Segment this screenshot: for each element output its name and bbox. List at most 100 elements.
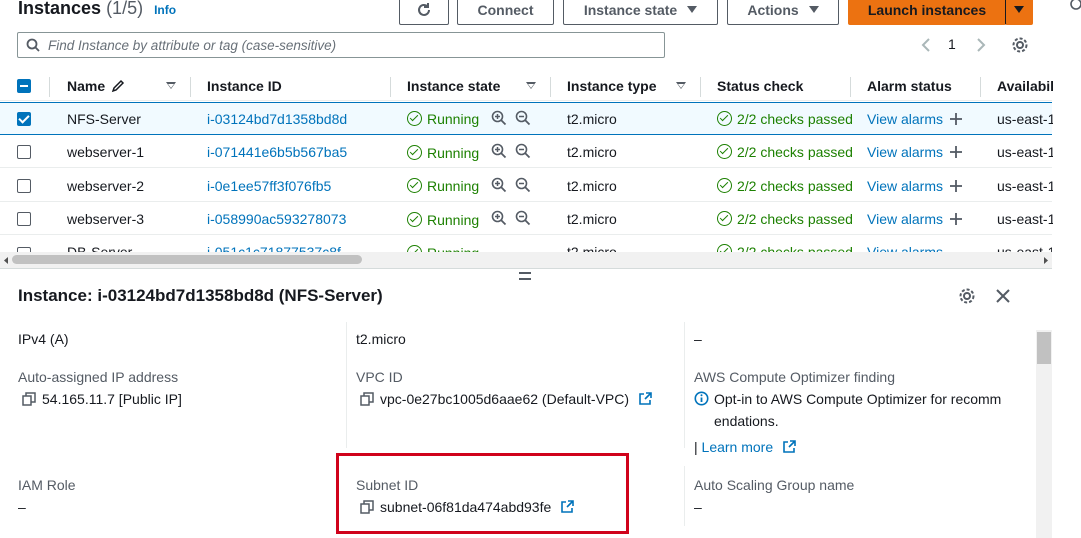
external-link-icon[interactable]: [638, 392, 652, 406]
row-checkbox[interactable]: [17, 212, 31, 226]
search-input[interactable]: [48, 37, 648, 53]
zoom-out-icon[interactable]: [515, 110, 531, 126]
chevron-down-icon: [1014, 6, 1024, 13]
instance-id-link[interactable]: i-0e1ee57ff3f076fb5: [207, 178, 331, 194]
details-scrollbar-thumb[interactable]: [1037, 332, 1051, 364]
plus-icon[interactable]: [948, 111, 964, 127]
select-all-checkbox[interactable]: [17, 79, 31, 93]
instance-id-link[interactable]: i-051c1c71877537c8f: [207, 244, 341, 252]
plus-icon[interactable]: [948, 144, 964, 160]
view-alarms-link[interactable]: View alarms: [867, 244, 943, 252]
help-icon[interactable]: [1068, 0, 1081, 12]
check-circle-icon: [407, 145, 422, 160]
zoom-out-icon[interactable]: [515, 210, 531, 226]
instance-type: t2.micro: [567, 178, 617, 194]
column-header-availability-zone[interactable]: Availabil: [997, 78, 1054, 94]
scrollbar-thumb[interactable]: [12, 255, 362, 264]
column-divider: [700, 77, 701, 97]
plus-icon[interactable]: [948, 211, 964, 227]
iam-role-label: IAM Role: [18, 477, 76, 493]
row-checkbox[interactable]: [17, 145, 31, 159]
instance-type: t2.micro: [567, 144, 617, 160]
zoom-in-icon[interactable]: [491, 110, 507, 126]
vpc-id-link[interactable]: vpc-0e27bc1005d6aae62 (Default-VPC): [380, 391, 629, 407]
copy-icon[interactable]: [22, 392, 36, 406]
gear-icon[interactable]: [1011, 36, 1029, 54]
instance-state-button[interactable]: Instance state: [563, 0, 718, 25]
zoom-out-icon[interactable]: [515, 177, 531, 193]
next-page-icon[interactable]: [975, 37, 987, 53]
vpc-id-label: VPC ID: [356, 369, 403, 385]
view-alarms-link[interactable]: View alarms: [867, 211, 943, 227]
learn-more-link[interactable]: Learn more: [702, 439, 774, 455]
auto-scaling-group-label: Auto Scaling Group name: [694, 477, 855, 493]
view-alarms-link[interactable]: View alarms: [867, 111, 943, 127]
row-checkbox[interactable]: [17, 179, 31, 193]
previous-page-icon[interactable]: [920, 37, 932, 53]
availability-zone: us-east-1: [997, 244, 1052, 252]
zoom-in-icon[interactable]: [491, 177, 507, 193]
plus-icon[interactable]: [948, 178, 964, 194]
compute-optimizer-line1[interactable]: Opt-in to AWS Compute Optimizer for reco…: [714, 391, 1001, 407]
search-bar[interactable]: [17, 32, 665, 58]
launch-instances-button[interactable]: Launch instances: [848, 0, 1006, 25]
compute-optimizer-line2[interactable]: endations.: [714, 413, 779, 429]
view-alarms-link[interactable]: View alarms: [867, 178, 943, 194]
sort-icon[interactable]: [676, 82, 686, 89]
instance-name: webserver-2: [67, 178, 145, 194]
column-header-instance-state[interactable]: Instance state: [407, 78, 500, 94]
row-checkbox[interactable]: [17, 112, 31, 126]
column-divider: [190, 77, 191, 97]
check-circle-icon: [407, 178, 422, 193]
zoom-in-icon[interactable]: [491, 143, 507, 159]
details-title: Instance: i-03124bd7d1358bd8d (NFS-Serve…: [18, 286, 383, 305]
instance-id-link[interactable]: i-03124bd7d1358bd8d: [207, 111, 347, 127]
zoom-out-icon[interactable]: [515, 143, 531, 159]
column-header-instance-id[interactable]: Instance ID: [207, 78, 282, 94]
iam-role-value: –: [18, 499, 26, 515]
compute-optimizer-link[interactable]: Opt-in to AWS Compute Optimizer for reco…: [694, 391, 1001, 407]
scroll-right-icon[interactable]: [1042, 256, 1050, 265]
close-icon[interactable]: [995, 288, 1011, 304]
column-header-alarm-status[interactable]: Alarm status: [867, 78, 952, 94]
column-divider: [390, 77, 391, 97]
instance-state: Running: [407, 145, 479, 161]
vpc-id-value[interactable]: vpc-0e27bc1005d6aae62 (Default-VPC): [360, 391, 652, 407]
copy-icon[interactable]: [360, 392, 374, 406]
zoom-in-icon[interactable]: [491, 210, 507, 226]
auto-scaling-group-value: –: [694, 499, 702, 515]
check-circle-icon: [407, 212, 422, 227]
column-header-status-check[interactable]: Status check: [717, 78, 803, 94]
settings-icon[interactable]: [958, 287, 976, 305]
split-panel-divider: [0, 268, 1052, 269]
view-alarms-link[interactable]: View alarms: [867, 144, 943, 160]
launch-dropdown-button[interactable]: [1005, 0, 1033, 25]
instance-name: DB-Server: [67, 244, 133, 252]
compute-optimizer-label: AWS Compute Optimizer finding: [694, 369, 895, 385]
sort-icon[interactable]: [166, 82, 176, 89]
instance-state-text: Running: [427, 212, 480, 228]
instance-id-link[interactable]: i-058990ac593278073: [207, 211, 346, 227]
refresh-button[interactable]: [399, 0, 449, 25]
status-check-text: 2/2 checks passed: [737, 144, 853, 160]
instance-id-link[interactable]: i-071441e6b5b567ba5: [207, 144, 347, 160]
column-divider: [49, 77, 50, 97]
check-circle-icon: [717, 211, 732, 226]
scroll-left-icon[interactable]: [2, 256, 10, 265]
external-link-icon[interactable]: [782, 440, 796, 454]
column-divider: [850, 77, 851, 97]
instance-state: Running: [407, 245, 479, 252]
page-number[interactable]: 1: [948, 36, 956, 52]
instance-type: t2.micro: [567, 244, 617, 252]
column-header-instance-type[interactable]: Instance type: [567, 78, 656, 94]
ip-type-value: IPv4 (A): [18, 331, 69, 347]
column-header-name[interactable]: Name: [67, 78, 105, 94]
actions-button[interactable]: Actions: [727, 0, 839, 25]
column-separator: [684, 322, 685, 448]
info-link[interactable]: Info: [154, 3, 176, 17]
status-check: 2/2 checks passed: [717, 244, 853, 252]
page-title-text: Instances: [18, 0, 102, 18]
connect-button[interactable]: Connect: [457, 0, 554, 25]
drag-handle-icon[interactable]: [519, 272, 531, 280]
sort-icon[interactable]: [526, 82, 536, 89]
